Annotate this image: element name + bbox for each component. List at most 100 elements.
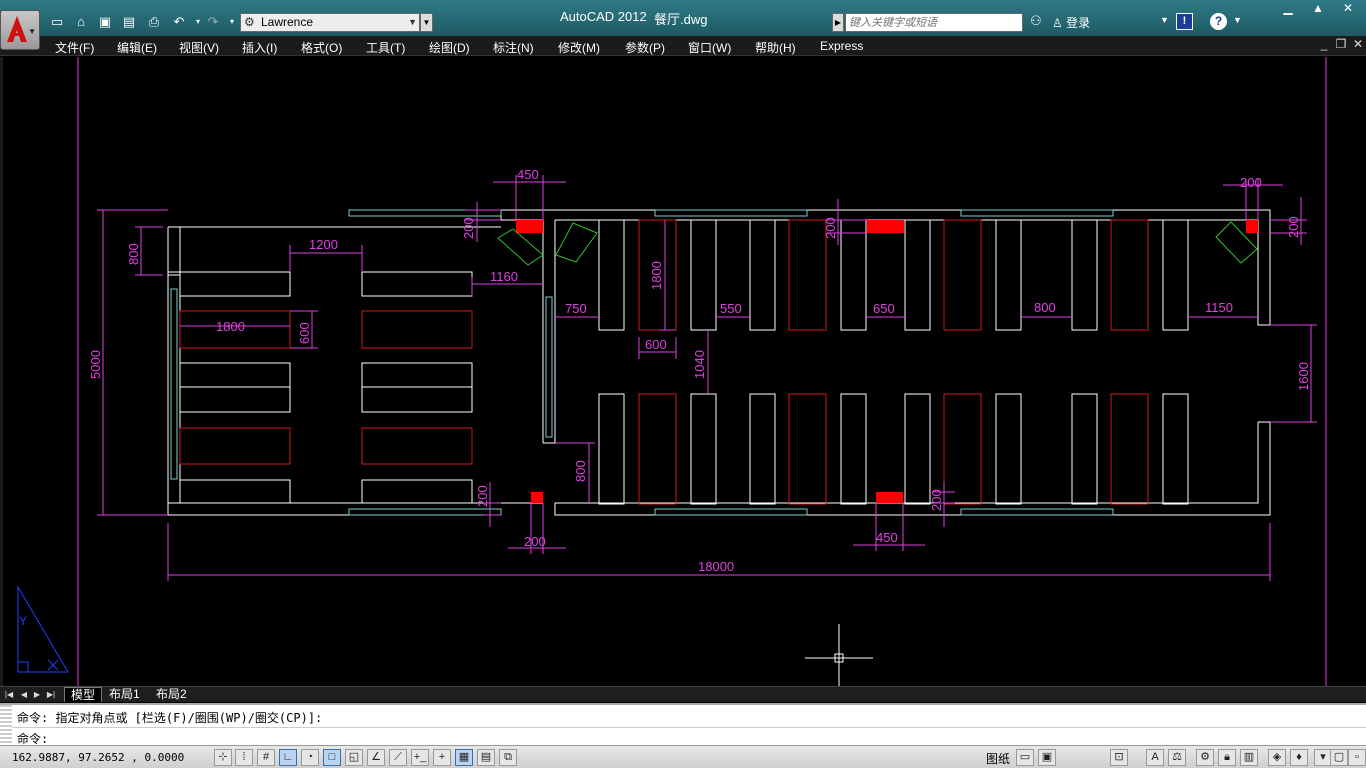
dim-650: 650 (873, 301, 895, 316)
dim-800-mid: 800 (1034, 300, 1056, 315)
dim-200-bottom-left: 200 (524, 534, 546, 549)
autocad-window: ▭ ⌂ ▣ ▤ ⎙ ↶ ▾ ↷ ▾ ⚙ Lawrence ▼ ▼ AutoCAD… (0, 0, 1366, 768)
snap-mode-icon[interactable]: ⁞ (235, 749, 253, 766)
dynamic-input-icon[interactable]: +_ (411, 749, 429, 766)
save-icon[interactable]: ▣ (96, 13, 114, 31)
minimize-window-button[interactable]: ▁ (1273, 0, 1303, 17)
paper-space-toggle[interactable]: 图纸 (986, 750, 1010, 767)
menu-dimension[interactable]: 标注(N) (493, 39, 534, 56)
command-line-grip[interactable] (0, 705, 12, 745)
first-tab-icon[interactable]: |◀ (3, 688, 15, 701)
quick-access-more-button[interactable]: ▼ (420, 13, 433, 32)
selection-cycling-icon[interactable]: ⧉ (499, 749, 517, 766)
file-title: 餐厅.dwg (654, 12, 708, 27)
isolate-objects-icon[interactable]: ◈ (1268, 749, 1286, 766)
chevron-down-icon: ▼ (28, 27, 36, 36)
redo-icon[interactable]: ↷ (204, 13, 222, 31)
restore-drawing-button[interactable]: ❐ (1333, 37, 1349, 54)
transparency-icon[interactable]: ▦ (455, 749, 473, 766)
tab-model[interactable]: 模型 (64, 687, 103, 702)
menu-bar: 文件(F) 编辑(E) 视图(V) 插入(I) 格式(O) 工具(T) 绘图(D… (0, 36, 1366, 56)
clean-screen-extra-icon[interactable]: ▫ (1348, 749, 1366, 766)
lightbulb-icon[interactable]: ♦ (1290, 749, 1308, 766)
quick-view-drawings-icon[interactable]: ▣ (1038, 749, 1056, 766)
menu-format[interactable]: 格式(O) (301, 39, 342, 56)
dim-750: 750 (565, 301, 587, 316)
object-snap-tracking-icon[interactable]: ∠ (367, 749, 385, 766)
help-icon[interactable]: ? (1210, 13, 1227, 30)
floor-plan-drawing[interactable]: 450 200 800 1200 1160 1800 600 5000 1800… (3, 57, 1366, 686)
next-tab-icon[interactable]: ▶ (31, 688, 43, 701)
object-snap-icon[interactable]: □ (323, 749, 341, 766)
open-file-icon[interactable]: ⌂ (72, 13, 90, 31)
exchange-icon[interactable]: ! (1176, 13, 1193, 30)
menu-express[interactable]: Express (820, 39, 863, 53)
menu-parametric[interactable]: 参数(P) (625, 39, 665, 56)
lineweight-icon[interactable]: + (433, 749, 451, 766)
status-bar: 162.9887, 97.2652 , 0.0000 ⊹ ⁞ # ∟ ◔ □ ◱… (0, 745, 1366, 768)
dim-1600: 1600 (1296, 362, 1311, 391)
login-button[interactable]: ♙ 登录 (1052, 14, 1090, 31)
windows (170, 209, 1114, 516)
menu-file[interactable]: 文件(F) (55, 39, 94, 56)
maximize-viewport-icon[interactable]: ⊡ (1110, 749, 1128, 766)
drawing-canvas[interactable]: 450 200 800 1200 1160 1800 600 5000 1800… (0, 57, 1366, 686)
layout-tab-bar: |◀ ◀ ▶ ▶| 模型 布局1 布局2 (0, 686, 1366, 702)
hardware-acceleration-icon[interactable]: ▥ (1240, 749, 1258, 766)
polar-tracking-icon[interactable]: ◔ (301, 749, 319, 766)
help-dropdown-icon[interactable]: ▼ (1233, 15, 1242, 25)
menu-draw[interactable]: 绘图(D) (429, 39, 470, 56)
ortho-mode-icon[interactable]: ∟ (279, 749, 297, 766)
gear-icon: ⚙ (244, 15, 255, 29)
dim-1800-table: 1800 (216, 319, 245, 334)
dim-1150: 1150 (1205, 300, 1233, 315)
last-tab-icon[interactable]: ▶| (45, 688, 57, 701)
menu-insert[interactable]: 插入(I) (242, 39, 277, 56)
menu-modify[interactable]: 修改(M) (558, 39, 600, 56)
dim-450-bottom: 450 (876, 530, 898, 545)
restore-window-button[interactable]: ▲ (1303, 0, 1333, 17)
menu-help[interactable]: 帮助(H) (755, 39, 796, 56)
menu-tools[interactable]: 工具(T) (366, 39, 405, 56)
redo-dropdown-icon[interactable]: ▾ (223, 13, 241, 31)
prev-tab-icon[interactable]: ◀ (18, 688, 30, 701)
close-window-button[interactable]: ✕ (1333, 0, 1363, 17)
menu-window[interactable]: 窗口(W) (688, 39, 731, 56)
workspace-select[interactable]: ⚙ Lawrence ▼ (240, 13, 420, 32)
grid-display-icon[interactable]: # (257, 749, 275, 766)
quick-view-layouts-icon[interactable]: ▭ (1016, 749, 1034, 766)
quick-properties-icon[interactable]: ▤ (477, 749, 495, 766)
command-separator (12, 727, 1366, 728)
minimize-drawing-button[interactable]: _ (1316, 37, 1332, 54)
booth-tables-bottom (598, 393, 1189, 505)
print-icon[interactable]: ⎙ (145, 13, 163, 31)
dim-5000: 5000 (88, 350, 103, 379)
infer-constraints-icon[interactable]: ⊹ (214, 749, 232, 766)
lock-icon[interactable]: 🔒︎ (1218, 749, 1236, 766)
dim-200-top-right: 200 (1240, 175, 1262, 190)
search-expand-button[interactable]: ▶ (832, 13, 844, 32)
login-dropdown-icon[interactable]: ▼ (1160, 15, 1169, 25)
search-input[interactable] (845, 13, 1023, 32)
close-drawing-button[interactable]: ✕ (1350, 37, 1366, 54)
tab-layout1[interactable]: 布局1 (103, 687, 146, 702)
save-as-icon[interactable]: ▤ (120, 13, 138, 31)
new-file-icon[interactable]: ▭ (48, 13, 66, 31)
crosshair-cursor (805, 624, 873, 686)
3d-object-snap-icon[interactable]: ◱ (345, 749, 363, 766)
command-line[interactable]: 命令: 指定对角点或 [栏选(F)/圈围(WP)/圈交(CP)]: 命令: (0, 703, 1366, 746)
annotation-scale-icon[interactable]: A (1146, 749, 1164, 766)
coordinate-readout[interactable]: 162.9887, 97.2652 , 0.0000 (12, 751, 184, 764)
annotation-visibility-icon[interactable]: ⚖ (1168, 749, 1186, 766)
application-menu-button[interactable]: ▼ (0, 10, 40, 50)
clean-screen-icon[interactable]: ▢ (1330, 749, 1348, 766)
menu-view[interactable]: 视图(V) (179, 39, 219, 56)
binoculars-icon[interactable]: ⚇ (1030, 13, 1042, 29)
dim-800-bottom-left: 800 (573, 460, 588, 482)
dynamic-ucs-icon[interactable]: ⟋ (389, 749, 407, 766)
login-label: 登录 (1066, 16, 1091, 30)
menu-edit[interactable]: 编辑(E) (117, 39, 157, 56)
undo-icon[interactable]: ↶ (170, 13, 188, 31)
tab-layout2[interactable]: 布局2 (150, 687, 193, 702)
workspace-switching-icon[interactable]: ⚙ (1196, 749, 1214, 766)
